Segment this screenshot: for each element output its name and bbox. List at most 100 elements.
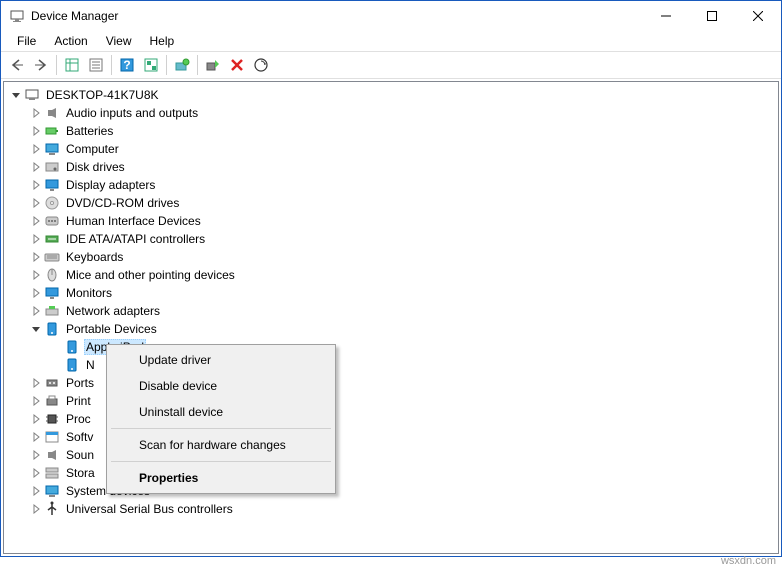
tree-category[interactable]: Monitors	[4, 284, 778, 302]
properties-button[interactable]	[84, 53, 108, 77]
menu-action[interactable]: Action	[46, 32, 95, 50]
computer-icon	[44, 141, 60, 157]
context-menu-item[interactable]: Scan for hardware changes	[109, 432, 333, 458]
tree-item-label: IDE ATA/ATAPI controllers	[64, 232, 207, 246]
menu-file[interactable]: File	[9, 32, 44, 50]
expander-icon[interactable]	[8, 87, 24, 103]
scan-button[interactable]	[249, 53, 273, 77]
keyboard-icon	[44, 249, 60, 265]
context-menu-item[interactable]: Disable device	[109, 373, 333, 399]
expander-icon[interactable]	[28, 213, 44, 229]
disk-icon	[44, 159, 60, 175]
tree-item-label: Universal Serial Bus controllers	[64, 502, 235, 516]
window-controls	[643, 1, 781, 31]
tree-item-label: Softv	[64, 430, 95, 444]
expander-icon[interactable]	[28, 411, 44, 427]
expander-icon[interactable]	[28, 105, 44, 121]
tree-item-label: N	[84, 358, 97, 372]
help-button[interactable]: ?	[115, 53, 139, 77]
expander-icon[interactable]	[28, 159, 44, 175]
expander-icon[interactable]	[28, 267, 44, 283]
toolbar-separator	[166, 55, 167, 75]
tree-item-label: Print	[64, 394, 93, 408]
portable-icon	[44, 321, 60, 337]
tree-category[interactable]: Universal Serial Bus controllers	[4, 500, 778, 518]
context-menu-item[interactable]: Uninstall device	[109, 399, 333, 425]
enable-button[interactable]	[201, 53, 225, 77]
forward-button[interactable]	[29, 53, 53, 77]
menu-help[interactable]: Help	[142, 32, 183, 50]
show-hide-tree-button[interactable]	[60, 53, 84, 77]
battery-icon	[44, 123, 60, 139]
back-button[interactable]	[5, 53, 29, 77]
context-menu-item[interactable]: Properties	[109, 465, 333, 491]
context-menu-separator	[111, 428, 331, 429]
expander-icon[interactable]	[48, 357, 64, 373]
expander-icon[interactable]	[28, 123, 44, 139]
expander-icon[interactable]	[28, 447, 44, 463]
tree-category[interactable]: Portable Devices	[4, 320, 778, 338]
ide-icon	[44, 231, 60, 247]
storage-icon	[44, 465, 60, 481]
menu-view[interactable]: View	[98, 32, 140, 50]
svg-text:?: ?	[123, 58, 130, 72]
tree-category[interactable]: Keyboards	[4, 248, 778, 266]
system-icon	[44, 483, 60, 499]
maximize-button[interactable]	[689, 1, 735, 31]
expander-icon[interactable]	[28, 375, 44, 391]
expander-icon[interactable]	[28, 285, 44, 301]
minimize-button[interactable]	[643, 1, 689, 31]
expander-icon[interactable]	[28, 231, 44, 247]
context-menu-item[interactable]: Update driver	[109, 347, 333, 373]
tree-category[interactable]: Mice and other pointing devices	[4, 266, 778, 284]
device-icon	[64, 339, 80, 355]
monitor-icon	[44, 285, 60, 301]
expander-icon[interactable]	[28, 483, 44, 499]
tree-category[interactable]: Computer	[4, 140, 778, 158]
titlebar: Device Manager	[1, 1, 781, 31]
tree-category[interactable]: Audio inputs and outputs	[4, 104, 778, 122]
tree-item-label: DVD/CD-ROM drives	[64, 196, 181, 210]
tree-item-label: Disk drives	[64, 160, 127, 174]
tree-category[interactable]: Display adapters	[4, 176, 778, 194]
expander-icon[interactable]	[28, 393, 44, 409]
expander-icon[interactable]	[28, 141, 44, 157]
tree-item-label: Proc	[64, 412, 93, 426]
expander-icon[interactable]	[28, 249, 44, 265]
tree-category[interactable]: DVD/CD-ROM drives	[4, 194, 778, 212]
window-title: Device Manager	[31, 9, 643, 23]
expander-icon[interactable]	[28, 429, 44, 445]
toolbar-separator	[197, 55, 198, 75]
tree-category[interactable]: Network adapters	[4, 302, 778, 320]
device-tree[interactable]: DESKTOP-41K7U8K Audio inputs and outputsB…	[3, 81, 779, 554]
update-driver-button[interactable]	[170, 53, 194, 77]
device-icon	[64, 357, 80, 373]
action-button[interactable]	[139, 53, 163, 77]
tree-item-label: Mice and other pointing devices	[64, 268, 237, 282]
audio-icon	[44, 105, 60, 121]
expander-icon[interactable]	[28, 501, 44, 517]
tree-category[interactable]: Disk drives	[4, 158, 778, 176]
mouse-icon	[44, 267, 60, 283]
tree-category[interactable]: IDE ATA/ATAPI controllers	[4, 230, 778, 248]
expander-icon[interactable]	[28, 465, 44, 481]
uninstall-button[interactable]	[225, 53, 249, 77]
tree-item-label: Computer	[64, 142, 121, 156]
tree-item-label: DESKTOP-41K7U8K	[44, 88, 161, 102]
close-button[interactable]	[735, 1, 781, 31]
tree-item-label: Display adapters	[64, 178, 157, 192]
expander-icon[interactable]	[48, 339, 64, 355]
expander-icon[interactable]	[28, 321, 44, 337]
app-icon	[9, 8, 25, 24]
software-icon	[44, 429, 60, 445]
expander-icon[interactable]	[28, 195, 44, 211]
expander-icon[interactable]	[28, 177, 44, 193]
expander-icon[interactable]	[28, 303, 44, 319]
tree-category[interactable]: Human Interface Devices	[4, 212, 778, 230]
tree-item-label: Monitors	[64, 286, 114, 300]
root-icon	[24, 87, 40, 103]
window-frame: Device Manager File Action View Help ? D…	[0, 0, 782, 557]
tree-category[interactable]: Batteries	[4, 122, 778, 140]
context-menu-separator	[111, 461, 331, 462]
tree-root[interactable]: DESKTOP-41K7U8K	[4, 86, 778, 104]
